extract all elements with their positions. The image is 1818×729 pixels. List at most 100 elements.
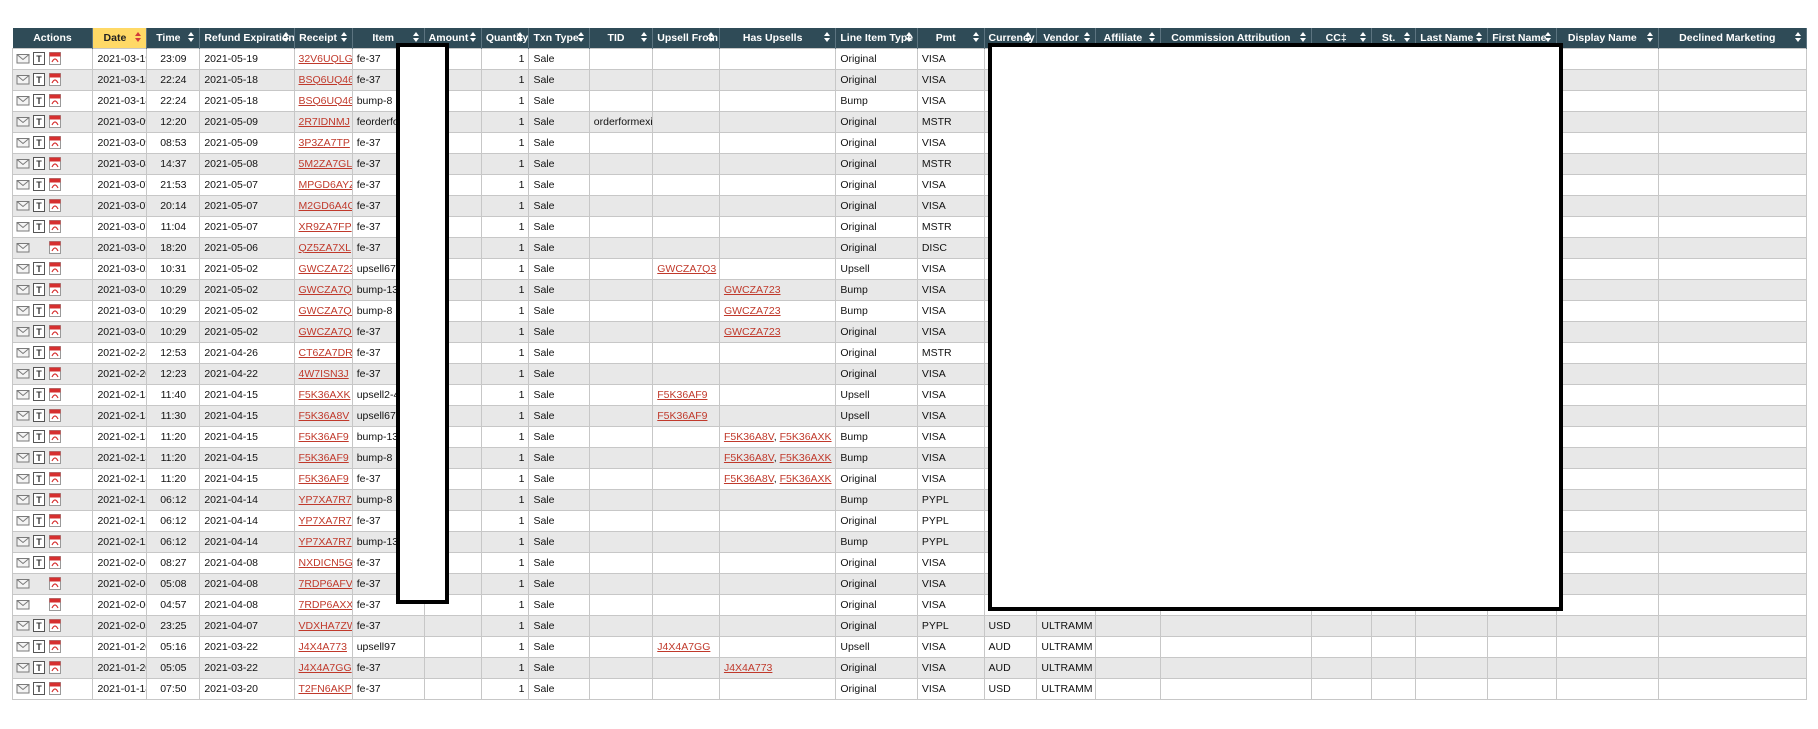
- has-upsells-link[interactable]: F5K36A8V: [724, 431, 774, 443]
- pdf-icon[interactable]: [48, 661, 62, 674]
- sort-arrows-icon[interactable]: [469, 32, 477, 44]
- pdf-icon[interactable]: [48, 283, 62, 296]
- col-declined-marketing-header[interactable]: Declined Marketing: [1658, 28, 1808, 48]
- envelope-icon[interactable]: [16, 577, 30, 590]
- receipt-link[interactable]: 3P3ZA7TP: [299, 137, 350, 149]
- envelope-icon[interactable]: [16, 640, 30, 653]
- pdf-icon[interactable]: [48, 367, 62, 380]
- text-doc-icon[interactable]: T: [32, 682, 46, 695]
- receipt-link[interactable]: J4X4A773: [299, 641, 347, 653]
- sort-arrows-icon[interactable]: [577, 32, 585, 44]
- text-doc-icon[interactable]: T: [32, 556, 46, 569]
- col-time-header[interactable]: Time: [146, 28, 201, 48]
- envelope-icon[interactable]: [16, 346, 30, 359]
- col-quantity-header[interactable]: Quantity: [481, 28, 530, 48]
- text-doc-icon[interactable]: T: [32, 94, 46, 107]
- envelope-icon[interactable]: [16, 556, 30, 569]
- text-doc-icon[interactable]: T: [32, 136, 46, 149]
- envelope-icon[interactable]: [16, 157, 30, 170]
- sort-arrows-icon[interactable]: [1646, 32, 1654, 44]
- has-upsells-link[interactable]: F5K36AXK: [780, 452, 832, 464]
- sort-arrows-icon[interactable]: [517, 32, 524, 44]
- pdf-icon[interactable]: [48, 157, 62, 170]
- envelope-icon[interactable]: [16, 661, 30, 674]
- receipt-link[interactable]: F5K36AF9: [299, 473, 349, 485]
- pdf-icon[interactable]: [48, 388, 62, 401]
- pdf-icon[interactable]: [48, 619, 62, 632]
- pdf-icon[interactable]: [48, 598, 62, 611]
- receipt-link[interactable]: F5K36AXK: [299, 389, 351, 401]
- col-tid-header[interactable]: TID: [589, 28, 654, 48]
- envelope-icon[interactable]: [16, 619, 30, 632]
- pdf-icon[interactable]: [48, 346, 62, 359]
- envelope-icon[interactable]: [16, 325, 30, 338]
- envelope-icon[interactable]: [16, 514, 30, 527]
- receipt-link[interactable]: XR9ZA7FP: [299, 221, 352, 233]
- sort-arrows-icon[interactable]: [340, 32, 348, 44]
- receipt-link[interactable]: YP7XA7R7: [299, 536, 352, 548]
- has-upsells-link[interactable]: F5K36A8V: [724, 473, 774, 485]
- envelope-icon[interactable]: [16, 409, 30, 422]
- pdf-icon[interactable]: [48, 220, 62, 233]
- has-upsells-link[interactable]: F5K36A8V: [724, 452, 774, 464]
- text-doc-icon[interactable]: T: [32, 493, 46, 506]
- receipt-link[interactable]: YP7XA7R7: [299, 494, 352, 506]
- upsell-from-link[interactable]: J4X4A7GG: [657, 641, 710, 653]
- text-doc-icon[interactable]: T: [32, 661, 46, 674]
- receipt-link[interactable]: 2R7IDNMJ: [299, 116, 350, 128]
- receipt-link[interactable]: BSQ6UQ46: [299, 74, 352, 86]
- pdf-icon[interactable]: [48, 136, 62, 149]
- text-doc-icon[interactable]: T: [32, 220, 46, 233]
- col-pmt-header[interactable]: Pmt: [917, 28, 985, 48]
- envelope-icon[interactable]: [16, 283, 30, 296]
- receipt-link[interactable]: GWCZA7Q3: [299, 326, 352, 338]
- receipt-link[interactable]: 32V6UQLG: [299, 53, 352, 65]
- text-doc-icon[interactable]: T: [32, 178, 46, 191]
- envelope-icon[interactable]: [16, 241, 30, 254]
- pdf-icon[interactable]: [48, 682, 62, 695]
- pdf-icon[interactable]: [48, 304, 62, 317]
- pdf-icon[interactable]: [48, 451, 62, 464]
- text-doc-icon[interactable]: T: [32, 199, 46, 212]
- envelope-icon[interactable]: [16, 388, 30, 401]
- envelope-icon[interactable]: [16, 451, 30, 464]
- upsell-from-link[interactable]: GWCZA7Q3: [657, 263, 716, 275]
- receipt-link[interactable]: GWCZA723: [299, 263, 352, 275]
- sort-arrows-icon[interactable]: [707, 32, 715, 44]
- text-doc-icon[interactable]: T: [32, 472, 46, 485]
- has-upsells-link[interactable]: F5K36AXK: [780, 431, 832, 443]
- sort-arrows-icon[interactable]: [905, 32, 913, 44]
- pdf-icon[interactable]: [48, 262, 62, 275]
- has-upsells-link[interactable]: GWCZA723: [724, 305, 781, 317]
- text-doc-icon[interactable]: T: [32, 283, 46, 296]
- text-doc-icon[interactable]: T: [32, 157, 46, 170]
- receipt-link[interactable]: M2GD6A4G: [299, 200, 352, 212]
- pdf-icon[interactable]: [48, 199, 62, 212]
- pdf-icon[interactable]: [48, 493, 62, 506]
- upsell-from-link[interactable]: F5K36AF9: [657, 389, 707, 401]
- text-doc-icon[interactable]: T: [32, 52, 46, 65]
- text-doc-icon[interactable]: T: [32, 367, 46, 380]
- envelope-icon[interactable]: [16, 493, 30, 506]
- pdf-icon[interactable]: [48, 73, 62, 86]
- text-doc-icon[interactable]: T: [32, 346, 46, 359]
- receipt-link[interactable]: F5K36AF9: [299, 452, 349, 464]
- receipt-link[interactable]: 4W7ISN3J: [299, 368, 349, 380]
- envelope-icon[interactable]: [16, 262, 30, 275]
- pdf-icon[interactable]: [48, 94, 62, 107]
- receipt-link[interactable]: MPGD6AYZ: [299, 179, 352, 191]
- pdf-icon[interactable]: [48, 430, 62, 443]
- sort-arrows-icon[interactable]: [1795, 32, 1802, 44]
- envelope-icon[interactable]: [16, 682, 30, 695]
- pdf-icon[interactable]: [48, 577, 62, 590]
- receipt-link[interactable]: 7RDP6AFV: [299, 578, 352, 590]
- envelope-icon[interactable]: [16, 598, 30, 611]
- text-doc-icon[interactable]: T: [32, 73, 46, 86]
- receipt-link[interactable]: T2FN6AKP: [299, 683, 352, 695]
- sort-arrows-icon[interactable]: [188, 32, 195, 44]
- receipt-link[interactable]: GWCZA7Q3: [299, 284, 352, 296]
- pdf-icon[interactable]: [48, 409, 62, 422]
- envelope-icon[interactable]: [16, 535, 30, 548]
- envelope-icon[interactable]: [16, 220, 30, 233]
- receipt-link[interactable]: NXDICN5G: [299, 557, 352, 569]
